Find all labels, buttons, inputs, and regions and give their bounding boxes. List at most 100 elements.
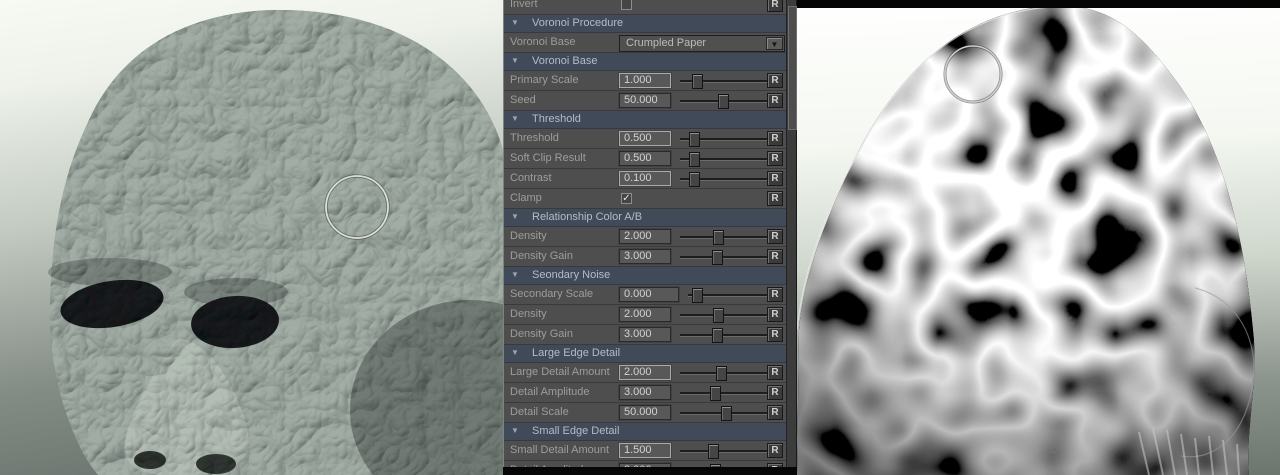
slider-handle[interactable] (708, 444, 719, 459)
primary-scale-value-field[interactable]: 1.000 (619, 73, 671, 88)
voronoi-base-select[interactable]: Crumpled Paper ▼ (619, 35, 785, 52)
reset-button[interactable]: R (767, 365, 783, 380)
slider-handle[interactable] (713, 308, 724, 323)
reset-button[interactable]: R (767, 0, 783, 12)
scrollbar-thumb[interactable] (788, 6, 797, 130)
parameter-row-invert: Invert R (504, 0, 786, 15)
section-title: Seondary Noise (532, 269, 610, 281)
reset-button[interactable]: R (767, 131, 783, 146)
slider-handle[interactable] (716, 366, 727, 381)
density-slider[interactable] (680, 236, 768, 239)
parameter-label: Soft Clip Result (510, 152, 586, 164)
slider-handle[interactable] (712, 328, 723, 343)
reset-button[interactable]: R (767, 385, 783, 400)
collapse-arrow-icon[interactable]: ▼ (511, 426, 519, 435)
reset-button[interactable]: R (767, 307, 783, 322)
reset-button[interactable]: R (767, 327, 783, 342)
section-header-large-edge-detail[interactable]: ▼Large Edge Detail (504, 345, 786, 363)
reset-button[interactable]: R (767, 73, 783, 88)
section-title: Small Edge Detail (532, 425, 619, 437)
slider-handle[interactable] (712, 250, 723, 265)
parameter-label: Seed (510, 94, 536, 106)
slider-handle[interactable] (721, 406, 732, 421)
clamp-checkbox[interactable]: ✓ (621, 193, 632, 204)
reset-button[interactable]: R (767, 171, 783, 186)
soft-clip-result-value-field[interactable]: 0.500 (619, 151, 671, 166)
small-detail-amount-slider[interactable] (680, 450, 768, 453)
section-title: Voronoi Procedure (532, 17, 623, 29)
contrast-value-field[interactable]: 0.100 (619, 171, 671, 186)
slider-handle[interactable] (718, 94, 729, 109)
reset-button[interactable]: R (767, 443, 783, 458)
density-gain-slider[interactable] (680, 256, 768, 259)
seed-value-field[interactable]: 50.000 (619, 93, 671, 108)
collapse-arrow-icon[interactable]: ▼ (511, 114, 519, 123)
reset-button[interactable]: R (767, 249, 783, 264)
reset-button[interactable]: R (767, 151, 783, 166)
slider-handle[interactable] (692, 74, 703, 89)
slider-handle[interactable] (689, 172, 700, 187)
parameter-row-density: Density2.000R (504, 227, 786, 247)
density-value-field[interactable]: 2.000 (619, 307, 671, 322)
panel-scrollbar[interactable] (786, 0, 797, 475)
detail-amplitude-slider[interactable] (680, 392, 768, 395)
parameter-row-density: Density2.000R (504, 305, 786, 325)
parameter-row-detail-amplitude: Detail Amplitude 3.000 R (504, 383, 786, 403)
density-gain-slider[interactable] (680, 334, 768, 337)
panel-bottom-edge (503, 467, 797, 475)
secondary-scale-slider[interactable] (688, 294, 768, 297)
section-header-seondary-noise[interactable]: ▼ Seondary Noise (504, 267, 786, 285)
parameter-label: Density Gain (510, 250, 573, 262)
section-header-voronoi-procedure[interactable]: ▼ Voronoi Procedure (504, 15, 786, 33)
chevron-down-icon[interactable]: ▼ (766, 37, 783, 50)
section-header-relationship-color-a-b[interactable]: ▼Relationship Color A/B (504, 209, 786, 227)
slider-handle[interactable] (692, 288, 703, 303)
collapse-arrow-icon[interactable]: ▼ (511, 270, 519, 279)
section-header-threshold[interactable]: ▼ Threshold (504, 111, 786, 129)
large-detail-amount-slider[interactable] (680, 372, 768, 375)
invert-checkbox[interactable] (621, 0, 632, 10)
section-title: Threshold (532, 113, 581, 125)
soft-clip-result-slider[interactable] (680, 158, 768, 161)
slider-handle[interactable] (713, 230, 724, 245)
detail-amplitude-value-field[interactable]: 3.000 (619, 385, 671, 400)
parameter-row-secondary-scale: Secondary Scale0.000R (504, 285, 786, 305)
parameter-row-soft-clip-result: Soft Clip Result 0.500 R (504, 149, 786, 169)
section-header-small-edge-detail[interactable]: ▼ Small Edge Detail (504, 423, 786, 441)
texture-preview-viewport[interactable] (797, 0, 1280, 475)
small-detail-amount-value-field[interactable]: 1.500 (619, 443, 671, 458)
detail-scale-value-field[interactable]: 50.000 (619, 405, 671, 420)
section-header-voronoi-base[interactable]: ▼ Voronoi Base (504, 53, 786, 71)
parameter-label: Contrast (510, 172, 552, 184)
secondary-scale-value-field[interactable]: 0.000 (619, 287, 679, 302)
threshold-slider[interactable] (680, 138, 768, 141)
large-detail-amount-value-field[interactable]: 2.000 (619, 365, 671, 380)
sculpt-viewport[interactable] (0, 0, 503, 475)
detail-scale-slider[interactable] (680, 412, 768, 415)
collapse-arrow-icon[interactable]: ▼ (511, 56, 519, 65)
reset-button[interactable]: R (767, 405, 783, 420)
reset-button[interactable]: R (767, 229, 783, 244)
collapse-arrow-icon[interactable]: ▼ (511, 212, 519, 221)
reset-button[interactable]: R (767, 287, 783, 302)
slider-handle[interactable] (710, 386, 721, 401)
selected-option: Crumpled Paper (626, 37, 706, 49)
density-gain-value-field[interactable]: 3.000 (619, 327, 671, 342)
density-slider[interactable] (680, 314, 768, 317)
section-title: Voronoi Base (532, 55, 597, 67)
voronoi-texture-render (797, 0, 1280, 475)
seed-slider[interactable] (680, 100, 768, 103)
collapse-arrow-icon[interactable]: ▼ (511, 18, 519, 27)
reset-button[interactable]: R (767, 93, 783, 108)
threshold-value-field[interactable]: 0.500 (619, 131, 671, 146)
primary-scale-slider[interactable] (680, 80, 768, 83)
slider-handle[interactable] (689, 132, 700, 147)
reset-button[interactable]: R (767, 191, 783, 206)
parameter-label: Invert (510, 0, 538, 10)
density-gain-value-field[interactable]: 3.000 (619, 249, 671, 264)
parameter-label: Detail Amplitude (510, 386, 590, 398)
slider-handle[interactable] (689, 152, 700, 167)
collapse-arrow-icon[interactable]: ▼ (511, 348, 519, 357)
contrast-slider[interactable] (680, 178, 768, 181)
density-value-field[interactable]: 2.000 (619, 229, 671, 244)
